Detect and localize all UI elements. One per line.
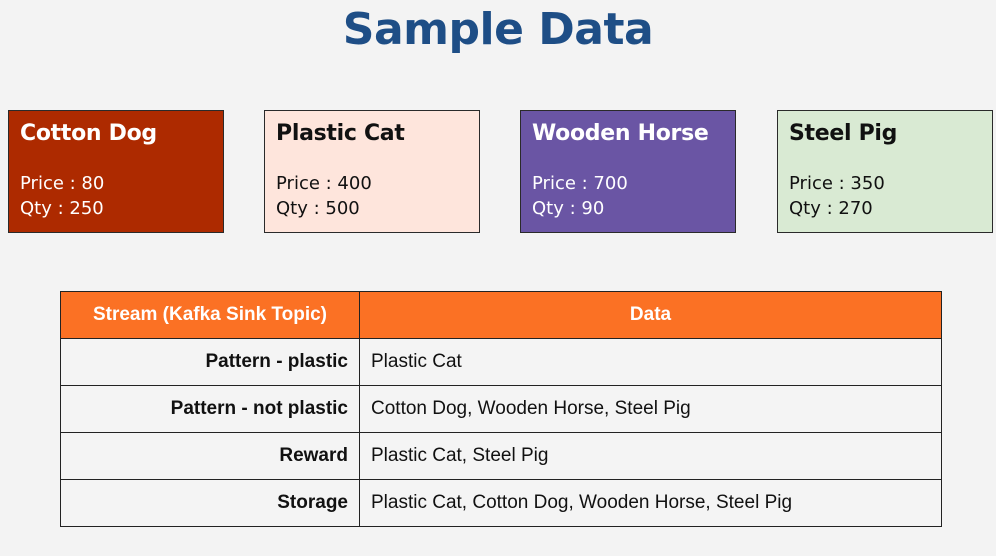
product-card-wooden-horse: Wooden Horse Price : 700 Qty : 90	[520, 110, 736, 233]
card-price: Price : 700	[532, 173, 628, 194]
card-name: Cotton Dog	[20, 121, 157, 146]
card-price: Price : 350	[789, 173, 885, 194]
table-row: Pattern - plastic Plastic Cat	[60, 338, 942, 386]
product-card-cotton-dog: Cotton Dog Price : 80 Qty : 250	[8, 110, 224, 233]
column-header-data: Data	[359, 291, 942, 339]
stream-cell: Reward	[60, 432, 360, 480]
card-qty: Qty : 250	[20, 198, 104, 219]
table-row: Pattern - not plastic Cotton Dog, Wooden…	[60, 385, 942, 433]
card-name: Plastic Cat	[276, 121, 405, 146]
card-price: Price : 400	[276, 173, 372, 194]
data-cell: Cotton Dog, Wooden Horse, Steel Pig	[359, 385, 942, 433]
stream-data-table: Stream (Kafka Sink Topic) Data Pattern -…	[60, 291, 942, 527]
product-card-steel-pig: Steel Pig Price : 350 Qty : 270	[777, 110, 993, 233]
card-name: Steel Pig	[789, 121, 898, 146]
table-row: Storage Plastic Cat, Cotton Dog, Wooden …	[60, 479, 942, 527]
table-header-row: Stream (Kafka Sink Topic) Data	[60, 291, 942, 339]
stream-cell: Storage	[60, 479, 360, 527]
product-card-plastic-cat: Plastic Cat Price : 400 Qty : 500	[264, 110, 480, 233]
column-header-stream: Stream (Kafka Sink Topic)	[60, 291, 360, 339]
page-title: Sample Data	[342, 4, 654, 55]
stream-cell: Pattern - not plastic	[60, 385, 360, 433]
table-row: Reward Plastic Cat, Steel Pig	[60, 432, 942, 480]
stream-cell: Pattern - plastic	[60, 338, 360, 386]
data-cell: Plastic Cat, Steel Pig	[359, 432, 942, 480]
data-cell: Plastic Cat	[359, 338, 942, 386]
card-qty: Qty : 90	[532, 198, 605, 219]
data-cell: Plastic Cat, Cotton Dog, Wooden Horse, S…	[359, 479, 942, 527]
card-name: Wooden Horse	[532, 121, 709, 146]
card-price: Price : 80	[20, 173, 105, 194]
card-qty: Qty : 270	[789, 198, 873, 219]
card-qty: Qty : 500	[276, 198, 360, 219]
